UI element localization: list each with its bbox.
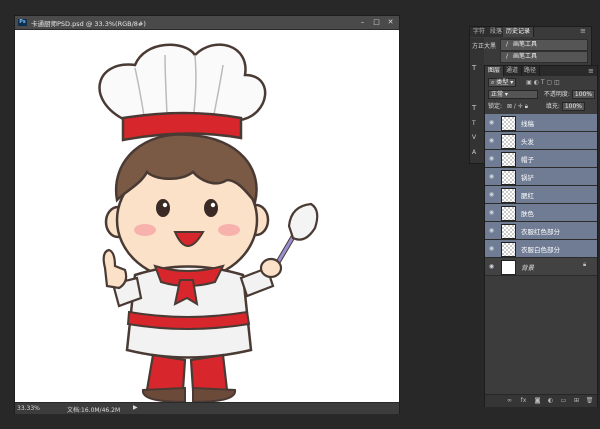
maximize-icon[interactable]: □ (371, 17, 382, 27)
layer-thumbnail (501, 224, 516, 239)
photoshop-logo-icon: Ps (18, 19, 27, 26)
layer-name: 背景 (521, 264, 534, 272)
trash-icon[interactable]: 🗑︎ (585, 397, 594, 405)
fill-input[interactable]: 100% (561, 102, 585, 111)
baseline-icon[interactable]: A (472, 149, 476, 156)
filter-kind-select: ⌕ 类型 ▾ (488, 78, 517, 87)
layer-filter[interactable]: ⌕ 类型 ▾ ▣ ◐ T ▢ ◫ (488, 78, 560, 87)
layer-row[interactable]: ◉ 衣服红色部分 (485, 222, 597, 240)
new-layer-icon[interactable]: ⊞ (572, 397, 581, 405)
layer-thumbnail (501, 134, 516, 149)
layer-thumbnail (501, 188, 516, 203)
layer-thumbnail (501, 170, 516, 185)
minimize-icon[interactable]: – (357, 17, 368, 27)
fill-label: 填充: (545, 103, 560, 110)
tab-history[interactable]: 历史记录 (503, 27, 535, 37)
chef-illustration (98, 43, 319, 402)
blend-row: 正常 ▾ 不透明度: 100% (488, 90, 596, 99)
tab-channels[interactable]: 通道 (503, 66, 523, 76)
layer-name: 衣服白色部分 (521, 246, 560, 254)
layer-name: 腮红 (521, 192, 534, 200)
layer-row[interactable]: ◉ 衣服白色部分 (485, 240, 597, 258)
visibility-eye-icon[interactable]: ◉ (487, 226, 496, 235)
lock-icons[interactable]: ⊠ ∕ ✛ 🔒︎ (507, 103, 528, 110)
canvas[interactable] (15, 30, 399, 402)
layer-name: 衣服红色部分 (521, 228, 560, 236)
blend-mode-select[interactable]: 正常 ▾ (488, 90, 538, 99)
layer-name: 帽子 (521, 156, 534, 164)
layers-panel: 图层 通道 路径 ≡ ⌕ 类型 ▾ ▣ ◐ T ▢ ◫ 正常 ▾ 不透明度: 1… (484, 65, 598, 407)
layers-panel-tabs: 图层 通道 路径 ≡ (485, 66, 597, 76)
layer-name: 肤色 (521, 210, 534, 218)
visibility-eye-icon[interactable]: ◉ (487, 244, 496, 253)
layer-row[interactable]: ◉ 锅铲 (485, 168, 597, 186)
layer-name: 头发 (521, 138, 534, 146)
tab-layers[interactable]: 图层 (485, 66, 505, 76)
new-group-icon[interactable]: ▭ (559, 397, 568, 405)
layers-list: ◉ 线稿 ◉ 头发 ◉ 帽子 ◉ 锅铲 ◉ 腮红 ◉ 肤色 ◉ 衣服红色部分 ◉… (485, 114, 597, 349)
layer-style-icon[interactable]: fx (519, 397, 528, 405)
close-icon[interactable]: ✕ (385, 17, 396, 27)
layer-thumbnail (501, 260, 516, 275)
visibility-eye-icon[interactable]: ◉ (487, 262, 496, 271)
tab-paths[interactable]: 路径 (521, 66, 541, 76)
status-bar: 33.33% 文档:16.0M/46.2M ▶ (15, 402, 399, 414)
layer-row[interactable]: ◉ 肤色 (485, 204, 597, 222)
visibility-eye-icon[interactable]: ◉ (487, 172, 496, 181)
font-family-label[interactable]: 方正大黑 (472, 41, 496, 50)
text-size-icon[interactable]: T (472, 120, 476, 127)
layer-thumbnail (501, 116, 516, 131)
brush-icon: ∕ (505, 53, 509, 60)
visibility-eye-icon[interactable]: ◉ (487, 136, 496, 145)
adjustment-layer-icon[interactable]: ◐ (546, 397, 555, 405)
layer-row[interactable]: ◉ 线稿 (485, 114, 597, 132)
lock-label: 锁定: (488, 103, 503, 110)
layers-panel-footer: ∞ fx ◙ ◐ ▭ ⊞ 🗑︎ (485, 394, 597, 407)
search-icon: ⌕ (491, 79, 495, 86)
status-menu-arrow-icon[interactable]: ▶ (133, 404, 138, 411)
layer-thumbnail (501, 206, 516, 221)
layer-thumbnail (501, 242, 516, 257)
type-tool-icon[interactable]: T (472, 64, 476, 72)
history-entry[interactable]: ∕ 画笔工具 (500, 39, 588, 51)
layer-row[interactable]: ◉ 腮红 (485, 186, 597, 204)
document-title-bar[interactable]: Ps 卡通厨师PSD.psd @ 33.3%(RGB/8#) – □ ✕ (15, 16, 399, 30)
panel-menu-icon[interactable]: ≡ (580, 27, 586, 35)
visibility-eye-icon[interactable]: ◉ (487, 154, 496, 163)
background-layer-row[interactable]: ◉ 背景 🔒︎ (485, 258, 597, 276)
type-tool-icon[interactable]: T (472, 104, 476, 112)
layer-row[interactable]: ◉ 头发 (485, 132, 597, 150)
history-entry[interactable]: ∕ 画笔工具 (500, 51, 588, 63)
zoom-level[interactable]: 33.33% (17, 405, 40, 412)
lock-row: 锁定: ⊠ ∕ ✛ 🔒︎ 填充: 100% (488, 102, 585, 111)
document-title: 卡通厨师PSD.psd @ 33.3%(RGB/8#) (31, 20, 146, 28)
filter-icons[interactable]: ▣ ◐ T ▢ ◫ (526, 79, 560, 86)
document-size-info: 文档:16.0M/46.2M (67, 407, 121, 414)
panel-menu-icon[interactable]: ≡ (588, 67, 594, 75)
visibility-eye-icon[interactable]: ◉ (487, 190, 496, 199)
brush-icon: ∕ (505, 41, 509, 48)
layer-name: 线稿 (521, 120, 534, 128)
visibility-eye-icon[interactable]: ◉ (487, 208, 496, 217)
layer-row[interactable]: ◉ 帽子 (485, 150, 597, 168)
visibility-eye-icon[interactable]: ◉ (487, 118, 496, 127)
link-layers-icon[interactable]: ∞ (505, 397, 514, 405)
tracking-icon[interactable]: V (472, 134, 476, 141)
lock-icon: 🔒︎ (583, 261, 587, 268)
opacity-label: 不透明度: (543, 91, 570, 98)
history-tool-strip: T T T V A (470, 38, 484, 163)
opacity-input[interactable]: 100% (571, 90, 596, 99)
layer-mask-icon[interactable]: ◙ (533, 397, 542, 405)
layer-thumbnail (501, 152, 516, 167)
document-window[interactable]: Ps 卡通厨师PSD.psd @ 33.3%(RGB/8#) – □ ✕ 33.… (14, 15, 400, 414)
layer-name: 锅铲 (521, 174, 534, 182)
